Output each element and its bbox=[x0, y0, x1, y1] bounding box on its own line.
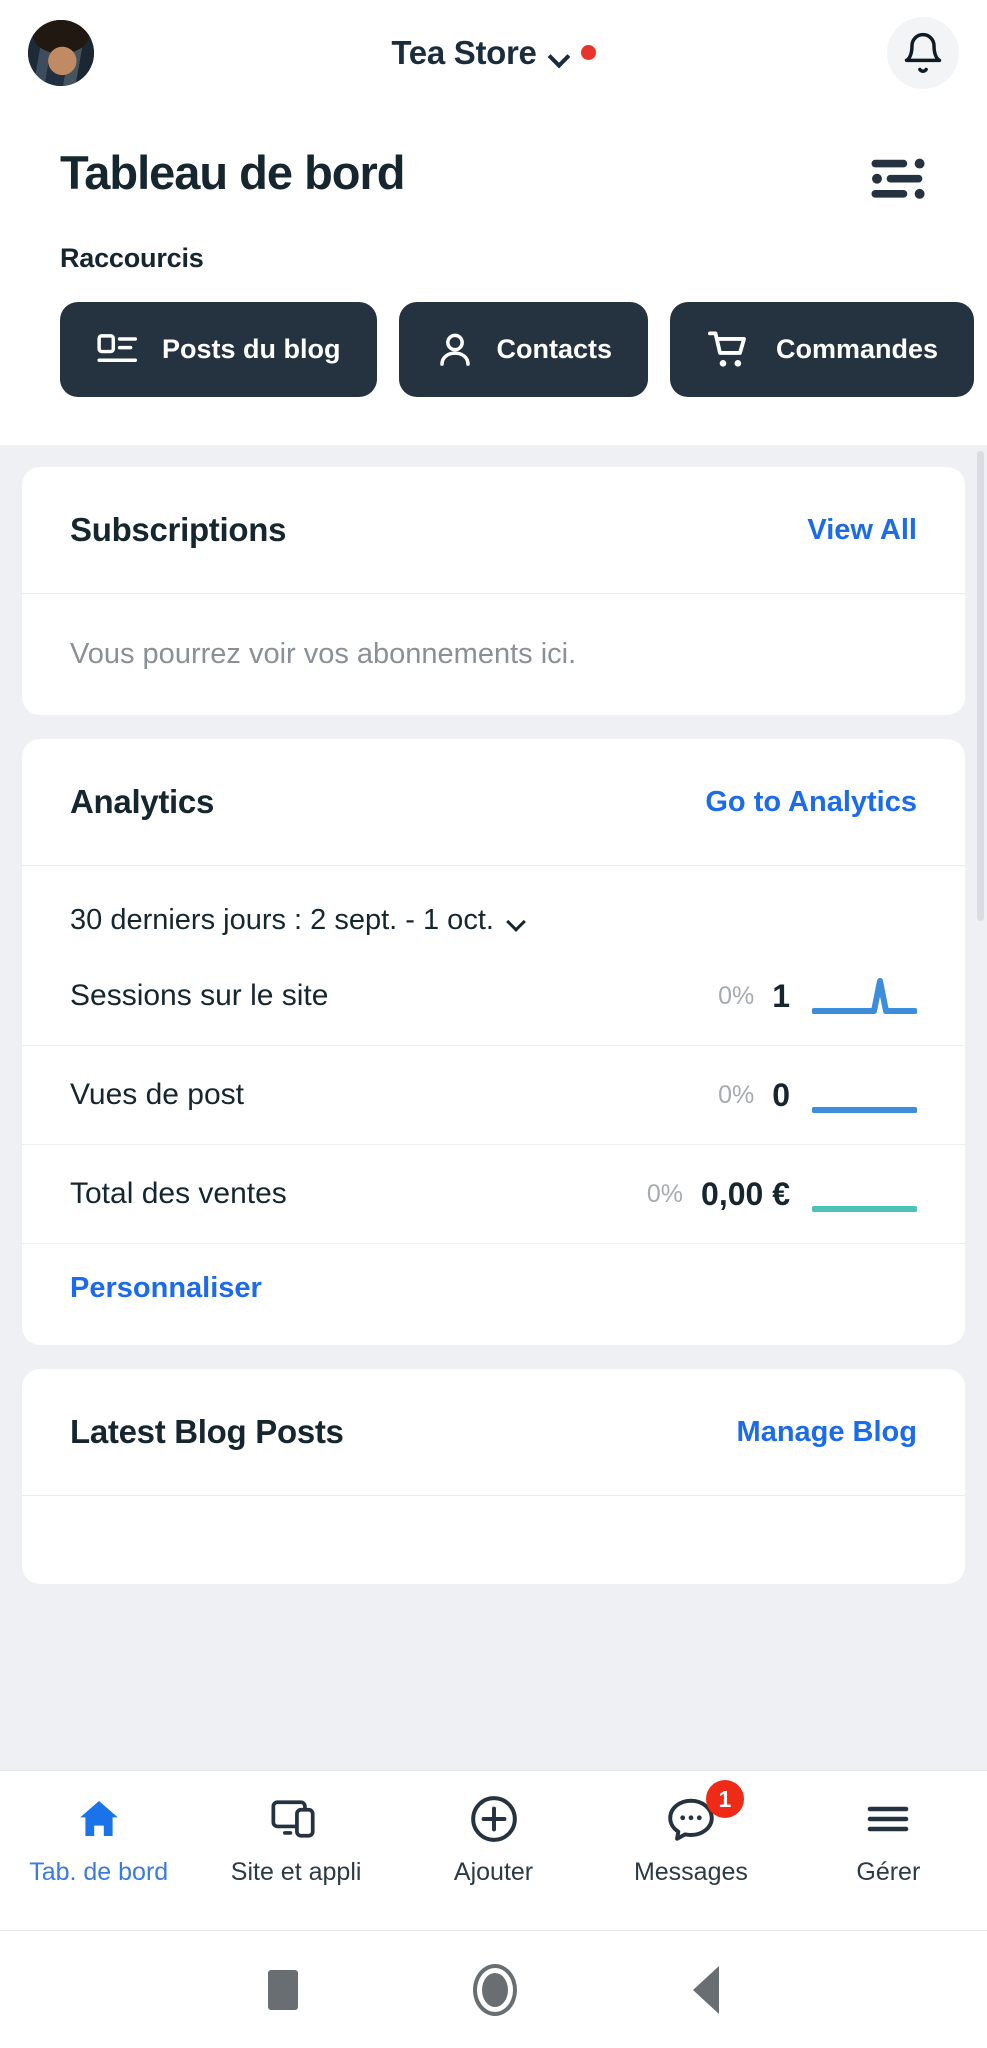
sparkline-total-sales bbox=[812, 1206, 917, 1212]
subscriptions-body: Vous pourrez voir vos abonnements ici. bbox=[22, 594, 965, 715]
metric-label: Vues de post bbox=[70, 1078, 245, 1111]
bell-icon bbox=[904, 32, 942, 73]
shortcut-label: Commandes bbox=[776, 334, 939, 364]
avatar-image bbox=[28, 19, 94, 86]
home-circle-icon[interactable] bbox=[473, 1963, 518, 2016]
list-reorder-icon[interactable] bbox=[871, 157, 927, 201]
store-name: Tea Store bbox=[391, 33, 537, 71]
page-header-row: Tableau de bord bbox=[60, 145, 927, 201]
system-navigation-bar bbox=[0, 1930, 987, 2048]
nav-label: Tab. de bord bbox=[29, 1858, 169, 1886]
date-range-label: 30 derniers jours : 2 sept. - 1 oct. bbox=[70, 904, 494, 936]
subscriptions-card: Subscriptions View All Vous pourrez voir… bbox=[22, 467, 965, 715]
hamburger-menu-icon bbox=[863, 1793, 913, 1845]
metric-change: 0% bbox=[718, 981, 755, 1010]
analytics-card: Analytics Go to Analytics 30 derniers jo… bbox=[22, 739, 965, 1345]
analytics-title: Analytics bbox=[70, 783, 215, 820]
app-screen: Tea Store Tableau de bord Raccourcis Pos… bbox=[0, 0, 987, 2048]
manage-blog-link[interactable]: Manage Blog bbox=[737, 1416, 917, 1449]
recent-apps-square-icon[interactable] bbox=[267, 1969, 298, 2010]
subscriptions-empty-text: Vous pourrez voir vos abonnements ici. bbox=[70, 638, 577, 670]
metric-row[interactable]: Vues de post 0% 0 bbox=[22, 1046, 965, 1145]
home-icon bbox=[74, 1793, 124, 1845]
messages-badge: 1 bbox=[705, 1780, 744, 1818]
blog-body bbox=[22, 1496, 965, 1584]
metric-row[interactable]: Sessions sur le site 0% 1 bbox=[22, 947, 965, 1046]
shortcut-label: Contacts bbox=[496, 334, 613, 364]
scroll-content[interactable]: Subscriptions View All Vous pourrez voir… bbox=[0, 445, 987, 1770]
top-bar: Tea Store bbox=[0, 0, 987, 105]
shortcut-contacts[interactable]: Contacts bbox=[398, 302, 649, 397]
nav-label: Ajouter bbox=[453, 1858, 534, 1886]
blog-post-icon bbox=[97, 333, 138, 362]
page-header: Tableau de bord Raccourcis bbox=[0, 105, 987, 274]
red-status-dot bbox=[580, 45, 596, 60]
shortcuts-label: Raccourcis bbox=[60, 243, 204, 273]
analytics-header: Analytics Go to Analytics bbox=[22, 739, 965, 866]
nav-item-manage[interactable]: Gérer bbox=[790, 1793, 987, 1887]
shortcut-blog-posts[interactable]: Posts du blog bbox=[60, 302, 377, 397]
chevron-down-icon[interactable] bbox=[549, 49, 569, 61]
shopping-cart-icon bbox=[707, 330, 746, 367]
shortcut-label: Posts du blog bbox=[162, 334, 341, 364]
metric-value: 0,00 € bbox=[701, 1175, 790, 1212]
latest-blog-posts-card: Latest Blog Posts Manage Blog bbox=[22, 1369, 965, 1584]
blog-title: Latest Blog Posts bbox=[70, 1413, 344, 1450]
sparkline-post-views bbox=[812, 1107, 917, 1113]
metric-value: 1 bbox=[772, 977, 790, 1014]
metric-label: Total des ventes bbox=[70, 1177, 287, 1210]
nav-item-dashboard[interactable]: Tab. de bord bbox=[0, 1793, 197, 1887]
customize-link[interactable]: Personnaliser bbox=[22, 1244, 965, 1345]
nav-item-messages[interactable]: 1 Messages bbox=[592, 1780, 789, 1887]
go-to-analytics-link[interactable]: Go to Analytics bbox=[705, 786, 917, 819]
plus-circle-icon bbox=[469, 1793, 519, 1845]
user-avatar[interactable] bbox=[28, 19, 94, 86]
metric-change: 0% bbox=[718, 1080, 755, 1109]
shortcuts-row[interactable]: Posts du blog Contacts Commandes bbox=[0, 274, 987, 445]
nav-item-add[interactable]: Ajouter bbox=[395, 1793, 592, 1887]
nav-label: Messages bbox=[633, 1858, 748, 1886]
subscriptions-title: Subscriptions bbox=[70, 511, 287, 548]
sparkline-sessions bbox=[812, 978, 917, 1014]
bottom-navigation: Tab. de bord Site et appli Ajouter 1 Mes… bbox=[0, 1770, 987, 1930]
notifications-button[interactable] bbox=[887, 16, 959, 89]
metric-label: Sessions sur le site bbox=[70, 979, 329, 1012]
page-title: Tableau de bord bbox=[60, 146, 405, 199]
subscriptions-header: Subscriptions View All bbox=[22, 467, 965, 594]
metric-row[interactable]: Total des ventes 0% 0,00 € bbox=[22, 1145, 965, 1244]
chevron-down-icon[interactable] bbox=[508, 915, 526, 926]
view-all-link[interactable]: View All bbox=[807, 514, 917, 547]
nav-label: Site et appli bbox=[230, 1858, 362, 1886]
nav-label: Gérer bbox=[856, 1858, 921, 1886]
nav-item-site-and-app[interactable]: Site et appli bbox=[197, 1793, 394, 1887]
blog-header: Latest Blog Posts Manage Blog bbox=[22, 1369, 965, 1496]
shortcut-orders[interactable]: Commandes bbox=[670, 302, 975, 397]
back-triangle-icon[interactable] bbox=[693, 1965, 720, 2014]
metric-value: 0 bbox=[772, 1076, 790, 1113]
person-icon bbox=[439, 333, 470, 366]
scrollbar[interactable] bbox=[977, 451, 984, 921]
metric-change: 0% bbox=[646, 1179, 684, 1208]
devices-icon bbox=[270, 1793, 322, 1845]
date-range-selector[interactable]: 30 derniers jours : 2 sept. - 1 oct. bbox=[22, 866, 965, 947]
store-switcher[interactable]: Tea Store bbox=[0, 34, 987, 72]
chat-bubble-icon: 1 bbox=[664, 1780, 744, 1845]
